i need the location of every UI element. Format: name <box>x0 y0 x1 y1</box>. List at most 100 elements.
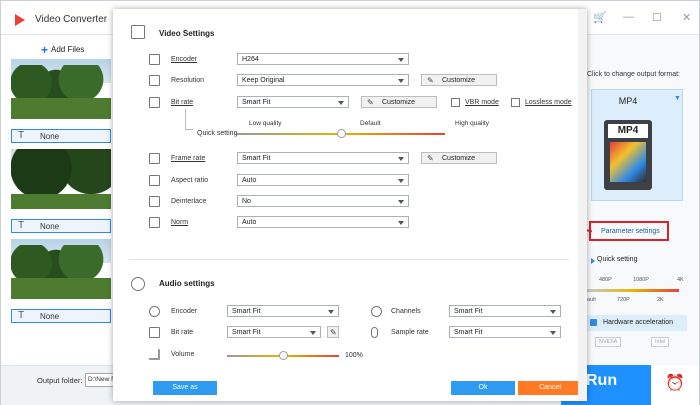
parameter-settings-dialog: Video Settings Encoder H264 Resolution K… <box>113 9 587 401</box>
video-thumbnail[interactable] <box>11 59 111 119</box>
audio-bitrate-label: Bit rate <box>171 329 194 336</box>
audio-bitrate-customize-button[interactable]: ✎ <box>327 326 339 338</box>
norm-label: Norm <box>171 219 189 226</box>
output-panel: Click to change output format: MP4 ▼ MP4… <box>587 35 699 365</box>
quality-slider[interactable] <box>237 129 445 138</box>
video-thumbnail[interactable] <box>11 149 111 209</box>
video-settings-icon <box>131 25 145 39</box>
subtitle-value: None <box>40 312 60 321</box>
pencil-icon: ✎ <box>330 328 337 337</box>
resolution-customize-button[interactable]: ✎ Customize <box>421 74 497 86</box>
ok-button[interactable]: Ok <box>451 381 515 395</box>
video-thumbnail[interactable] <box>11 239 111 299</box>
lossless-mode-label: Lossless mode <box>525 99 572 106</box>
cart-icon[interactable]: 🛒 <box>593 11 607 24</box>
resolution-select[interactable]: Keep Original <box>237 74 409 86</box>
framerate-select[interactable]: Smart Fit <box>237 152 409 164</box>
subtitle-selector[interactable]: T None <box>11 219 111 233</box>
pencil-icon: ✎ <box>367 98 374 107</box>
mp4-format-icon: MP4 <box>604 120 652 190</box>
aspect-ratio-label: Aspect ratio <box>171 177 208 184</box>
output-format-hint: Click to change output format: <box>587 71 680 78</box>
app-window: Video Converter 🛒 — ☐ ✕ + Add Files T None… <box>0 0 700 405</box>
bitrate-select[interactable]: Smart Fit <box>237 96 349 108</box>
gpu-nvidia[interactable]: NVIDIA <box>595 337 622 347</box>
framerate-customize-button[interactable]: ✎ Customize <box>421 152 497 164</box>
maximize-icon[interactable]: ☐ <box>652 11 662 24</box>
close-icon[interactable]: ✕ <box>682 11 691 24</box>
tree-line <box>185 129 193 130</box>
text-icon: T <box>18 220 25 231</box>
audio-encoder-select[interactable]: Smart Fit <box>227 305 339 317</box>
quality-tick: 4K <box>677 277 684 283</box>
channels-label: Channels <box>391 308 421 315</box>
text-icon: T <box>18 310 25 321</box>
caret-down-icon: ▼ <box>674 95 681 102</box>
volume-label: Volume <box>171 351 195 358</box>
deinterlace-label: Deinterlace <box>171 198 207 205</box>
vbr-mode-checkbox[interactable] <box>451 98 460 107</box>
channels-select[interactable]: Smart Fit <box>449 305 561 317</box>
video-settings-title: Video Settings <box>159 29 215 38</box>
encoder-label: Encoder <box>171 56 198 63</box>
audio-encoder-label: Encoder <box>171 308 198 315</box>
volume-value: 100% <box>345 352 363 359</box>
aspect-ratio-icon <box>149 175 160 186</box>
run-label: Run <box>586 372 618 389</box>
framerate-icon <box>149 153 160 164</box>
divider <box>129 259 569 260</box>
highlight-box <box>589 221 669 241</box>
app-title: Video Converter <box>35 14 108 25</box>
minimize-icon[interactable]: — <box>623 11 634 23</box>
microphone-icon <box>371 327 378 338</box>
norm-select[interactable]: Auto <box>237 216 409 228</box>
aspect-ratio-select[interactable]: Auto <box>237 174 409 186</box>
bitrate-label: Bit rate <box>171 99 194 106</box>
output-format-selector[interactable]: MP4 ▼ MP4 <box>591 89 683 201</box>
quality-slider-knob[interactable] <box>337 129 346 138</box>
subtitle-value: None <box>40 222 60 231</box>
save-as-button[interactable]: Save as <box>153 381 217 395</box>
volume-slider[interactable] <box>227 351 339 360</box>
alarm-clock-icon[interactable]: ⏰ <box>651 365 699 405</box>
volume-slider-knob[interactable] <box>279 351 288 360</box>
bitrate-customize-button[interactable]: ✎ Customize <box>361 96 437 108</box>
deinterlace-select[interactable]: No <box>237 195 409 207</box>
encoder-select[interactable]: H264 <box>237 53 409 65</box>
quality-tick: ault <box>587 297 596 303</box>
dialog-scrollbar[interactable] <box>578 9 587 401</box>
app-logo-icon <box>15 14 25 26</box>
quality-tick: 2K <box>657 297 664 303</box>
add-files-button[interactable]: + Add Files <box>41 41 84 57</box>
output-folder-field[interactable]: D:\New f <box>85 373 115 387</box>
lossless-mode-checkbox[interactable] <box>511 98 520 107</box>
quick-setting-label: Quick setting <box>197 130 238 137</box>
sample-rate-label: Sample rate <box>391 329 429 336</box>
deinterlace-icon <box>149 196 160 207</box>
subtitle-selector[interactable]: T None <box>11 309 111 323</box>
gpu-intel[interactable]: Intel <box>651 337 670 347</box>
file-list: + Add Files T None T None T None <box>1 35 113 365</box>
tree-line <box>185 109 186 129</box>
quality-tick: 1080P <box>633 277 649 283</box>
audio-settings-icon <box>131 277 145 291</box>
low-quality-label: Low quality <box>249 120 282 127</box>
resolution-icon <box>149 75 160 86</box>
default-quality-label: Default <box>360 120 381 127</box>
audio-bitrate-select[interactable]: Smart Fit <box>227 326 321 338</box>
sample-rate-select[interactable]: Smart Fit <box>449 326 561 338</box>
pencil-icon: ✎ <box>427 154 434 163</box>
customize-label: Customize <box>382 99 416 106</box>
pencil-icon: ✎ <box>427 76 434 85</box>
framerate-label: Frame rate <box>171 155 206 162</box>
quality-slider-track[interactable] <box>587 289 679 292</box>
cancel-button[interactable]: Cancel <box>518 381 582 395</box>
output-folder-label: Output folder: <box>37 376 83 385</box>
plus-icon: + <box>41 43 49 57</box>
hardware-acceleration-toggle[interactable]: Hardware acceleration <box>587 315 687 331</box>
mp4-icon-label: MP4 <box>608 124 648 138</box>
channels-icon <box>371 306 382 317</box>
subtitle-selector[interactable]: T None <box>11 129 111 143</box>
quality-tick: 480P <box>599 277 612 283</box>
vbr-mode-label: VBR mode <box>465 99 499 106</box>
